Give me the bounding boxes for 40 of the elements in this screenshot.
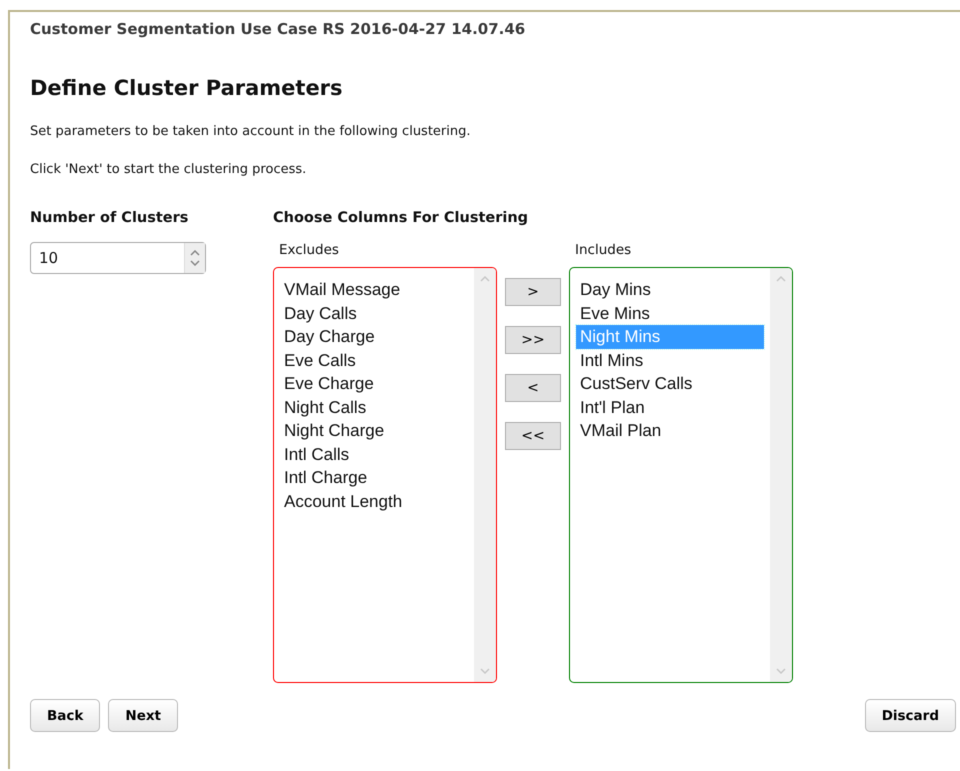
- list-item[interactable]: Intl Charge: [280, 466, 468, 490]
- list-label: Excludes: [279, 242, 340, 258]
- field-label: Number of Clusters: [30, 210, 190, 226]
- instruction-text: Set parameters to be taken into account in the following clustering.: [30, 124, 472, 139]
- scroll-up-icon[interactable]: [776, 276, 786, 282]
- list-box[interactable]: Day Mins Eve Mins Night Mins Intl Mins CustServ Calls Int'l Plan VMail Plan: [569, 267, 793, 683]
- move-button[interactable]: >: [505, 278, 561, 306]
- list-item[interactable]: VMail Message: [280, 278, 468, 302]
- scroll-down-icon[interactable]: [776, 668, 786, 674]
- move-button[interactable]: <: [505, 374, 561, 402]
- list-item[interactable]: Account Length: [280, 490, 468, 513]
- page-title: Customer Segmentation Use Case RS 2016-04-27 14.07.46: [30, 20, 526, 38]
- list-item[interactable]: Day Calls: [280, 302, 468, 325]
- list-item[interactable]: Eve Calls: [280, 348, 468, 372]
- scrollbar[interactable]: [770, 268, 792, 682]
- field-label: Choose Columns For Clustering: [273, 210, 530, 226]
- nav-button[interactable]: Back: [30, 699, 100, 732]
- list-item[interactable]: Intl Calls: [280, 442, 468, 466]
- move-button[interactable]: <<: [505, 422, 561, 450]
- scroll-down-icon[interactable]: [480, 668, 490, 674]
- section-heading: Define Cluster Parameters: [30, 76, 344, 100]
- instruction-text: Click 'Next' to start the clustering process.: [30, 162, 308, 177]
- list-item[interactable]: VMail Plan: [576, 419, 764, 442]
- number-spinner[interactable]: 10: [30, 242, 206, 274]
- list-item[interactable]: Day Mins: [576, 278, 764, 302]
- list-label: Includes: [575, 242, 632, 258]
- move-button[interactable]: >>: [505, 326, 561, 354]
- scroll-up-icon[interactable]: [480, 276, 490, 282]
- list-item[interactable]: Day Charge: [280, 325, 468, 348]
- list-item[interactable]: Night Charge: [280, 419, 468, 442]
- list-item[interactable]: Intl Mins: [576, 348, 764, 372]
- list-box[interactable]: VMail Message Day Calls Day Charge Eve Calls Eve Charge Night Calls Night Charge Intl Calls Intl Charge Account Length: [273, 267, 497, 683]
- list-item[interactable]: Night Calls: [280, 396, 468, 419]
- list-item[interactable]: Int'l Plan: [576, 396, 764, 419]
- list-item[interactable]: Eve Charge: [280, 372, 468, 396]
- nav-button[interactable]: Next: [108, 699, 178, 732]
- scrollbar[interactable]: [474, 268, 496, 682]
- discard-button[interactable]: Discard: [864, 699, 956, 732]
- list-item[interactable]: CustServ Calls: [576, 372, 764, 396]
- list-item[interactable]: Eve Mins: [576, 302, 764, 325]
